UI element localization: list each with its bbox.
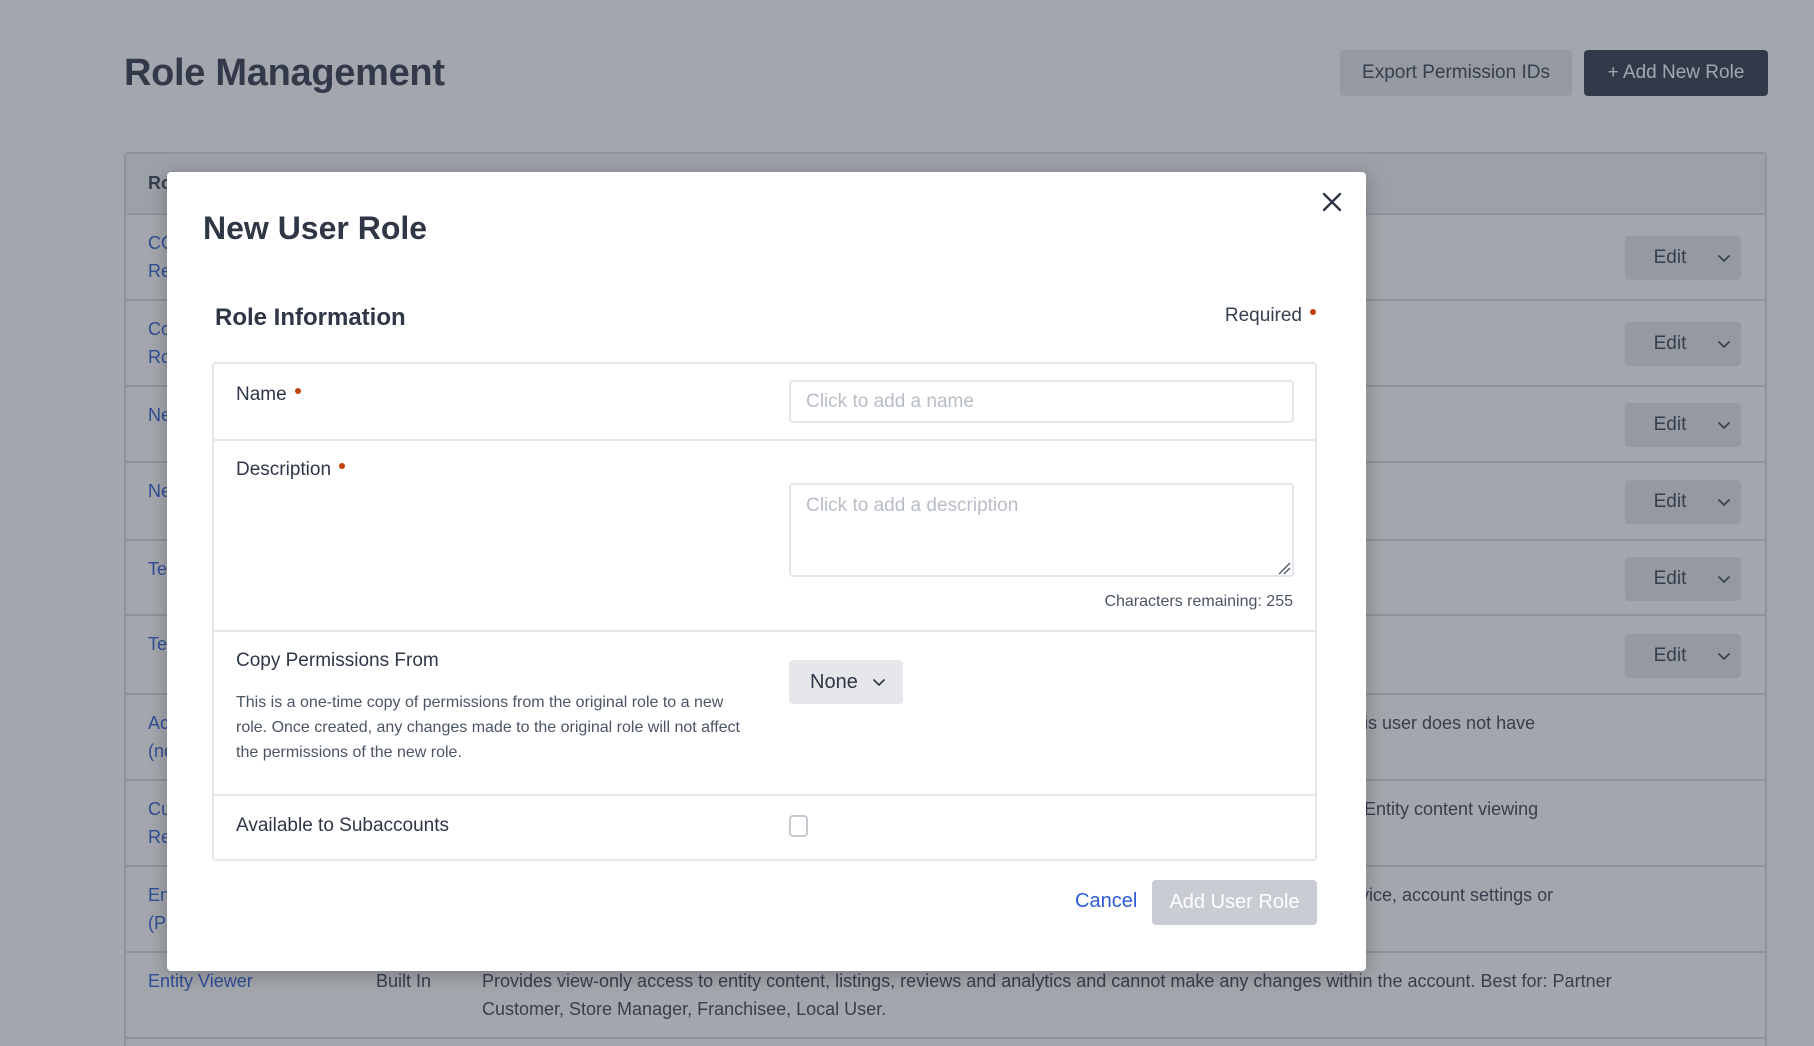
name-row: Name <box>214 364 1315 441</box>
chevron-down-icon <box>872 678 886 687</box>
required-dot-icon <box>339 463 346 469</box>
section-title: Role Information <box>215 304 406 331</box>
copy-permissions-dropdown[interactable]: None <box>789 660 903 704</box>
copy-permissions-label: Copy Permissions From <box>236 650 439 671</box>
subaccounts-checkbox[interactable] <box>789 815 808 837</box>
add-user-role-button[interactable]: Add User Role <box>1152 880 1317 925</box>
role-form: Name Description Characters remaining: 2… <box>212 362 1317 861</box>
description-textarea[interactable] <box>789 483 1294 577</box>
resize-handle-icon[interactable] <box>1277 561 1291 575</box>
description-label-text: Description <box>236 459 332 480</box>
subaccounts-row: Available to Subaccounts <box>214 796 1315 859</box>
close-button[interactable] <box>1316 186 1348 218</box>
name-label: Name <box>236 384 301 406</box>
name-input[interactable] <box>789 380 1294 423</box>
copy-permissions-help: This is a one-time copy of permissions f… <box>236 694 740 761</box>
required-dot-icon <box>294 388 301 394</box>
characters-remaining: Characters remaining: 255 <box>1104 593 1293 610</box>
cancel-button[interactable]: Cancel <box>1075 890 1137 913</box>
description-label: Description <box>236 459 346 481</box>
close-icon <box>1322 192 1342 212</box>
name-label-text: Name <box>236 384 287 405</box>
modal-title: New User Role <box>203 210 428 246</box>
subaccounts-label: Available to Subaccounts <box>236 815 450 836</box>
required-dot-icon <box>1310 309 1316 315</box>
copy-permissions-row: Copy Permissions From This is a one-time… <box>214 632 1315 796</box>
required-legend-label: Required <box>1224 305 1302 326</box>
new-user-role-modal: New User Role Role Information Required … <box>167 172 1366 971</box>
required-legend: Required <box>1225 305 1316 327</box>
copy-permissions-selected: None <box>810 670 858 693</box>
description-row: Description Characters remaining: 255 <box>214 441 1315 632</box>
